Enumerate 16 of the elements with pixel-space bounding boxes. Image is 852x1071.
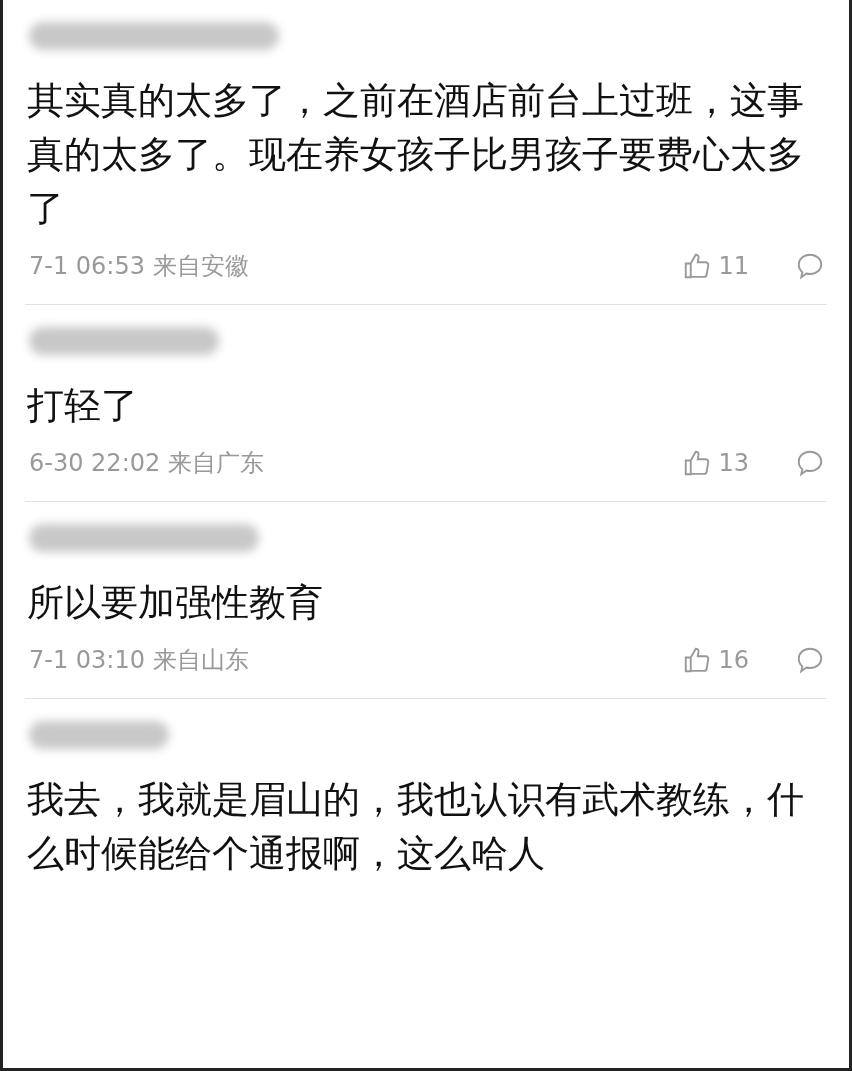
- like-button[interactable]: 13: [682, 445, 749, 481]
- reply-button[interactable]: [795, 645, 825, 675]
- comment-text: 我去，我就是眉山的，我也认识有武术教练，什么时候能给个通报啊，这么哈人: [26, 777, 805, 877]
- comment-time: 7-1 03:10 来自山东: [28, 645, 249, 676]
- comment-text: 所以要加强性教育: [26, 580, 324, 626]
- speech-bubble-icon: [795, 251, 825, 281]
- comment-text: 其实真的太多了，之前在酒店前台上过班，这事真的太多了。现在养女孩子比男孩子要费心太多了: [26, 78, 805, 232]
- comment-time: 7-1 06:53 来自安徽: [28, 251, 249, 282]
- comment-text: 打轻了: [26, 383, 139, 429]
- reply-button[interactable]: [795, 251, 825, 281]
- speech-bubble-icon: [795, 448, 825, 478]
- like-button[interactable]: 16: [682, 642, 749, 678]
- speech-bubble-icon: [795, 645, 825, 675]
- reply-button[interactable]: [795, 448, 825, 478]
- like-button[interactable]: 11: [682, 248, 749, 284]
- comment-time: 6-30 22:02 来自广东: [28, 448, 264, 479]
